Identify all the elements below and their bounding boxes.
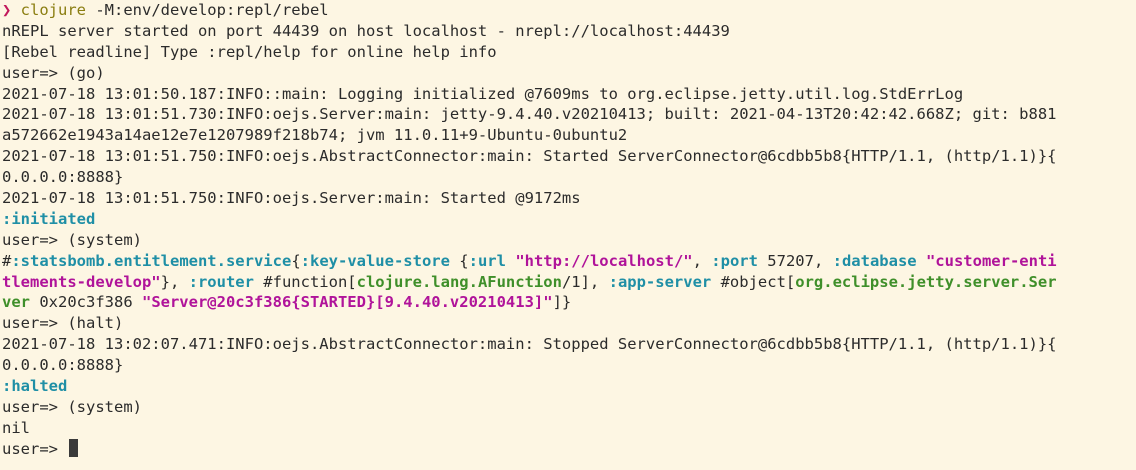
terminal-text: user=> (go) — [2, 63, 105, 82]
terminal-line: :initiated — [2, 209, 1136, 230]
terminal-text: clojure.lang.AFunction — [356, 272, 562, 291]
terminal-line: user=> (go) — [2, 63, 1136, 84]
terminal-text: :app-server — [608, 272, 712, 291]
terminal-line: [Rebel readline] Type :repl/help for onl… — [2, 42, 1136, 63]
terminal-window[interactable]: ❯ clojure -M:env/develop:repl/rebel nREPL… — [0, 0, 1136, 470]
terminal-line: :halted — [2, 376, 1136, 397]
terminal-line: user=> — [2, 438, 1136, 460]
terminal-line: ❯ clojure -M:env/develop:repl/rebel — [2, 0, 1136, 21]
terminal-text: 2021-07-18 13:01:51.750:INFO:oejs.Server… — [2, 189, 581, 208]
terminal-line: 0.0.0.0:8888} — [2, 355, 1136, 376]
terminal-text: }, — [160, 272, 189, 291]
terminal-text: :halted — [2, 377, 68, 396]
terminal-text: { — [449, 251, 469, 270]
terminal-text: a572662e1943a14ae12e7e1207989f218b74; jv… — [2, 126, 628, 145]
terminal-text: 2021-07-18 13:01:50.187:INFO::main: Logg… — [2, 84, 964, 103]
terminal-text: clojure — [20, 1, 96, 19]
terminal-text: :database — [832, 251, 917, 270]
terminal-text: :statsbomb.entitlement.service — [11, 251, 292, 270]
terminal-text: "http://localhost/" — [515, 251, 693, 270]
terminal-text: user=> — [2, 439, 68, 458]
terminal-line: 2021-07-18 13:01:50.187:INFO::main: Logg… — [2, 84, 1136, 105]
terminal-text: 2021-07-18 13:02:07.471:INFO:oejs.Abstra… — [2, 335, 1057, 354]
terminal-text: user=> (halt) — [2, 314, 124, 333]
terminal-text: nREPL server started on port 44439 on ho… — [2, 21, 730, 40]
terminal-line: user=> (system) — [2, 230, 1136, 251]
terminal-text: #object[ — [711, 272, 796, 291]
terminal-text: -M:env/develop:repl/rebel — [95, 1, 329, 19]
terminal-line: #:statsbomb.entitlement.service{:key-val… — [2, 251, 1136, 272]
terminal-text: "customer-enti — [925, 251, 1057, 270]
terminal-text: :router — [188, 272, 254, 291]
terminal-line: 2021-07-18 13:01:51.750:INFO:oejs.Server… — [2, 188, 1136, 209]
terminal-text: ]} — [552, 293, 572, 312]
cursor-block — [69, 438, 79, 457]
terminal-text: ver — [2, 293, 30, 312]
terminal-line: a572662e1943a14ae12e7e1207989f218b74; jv… — [2, 125, 1136, 146]
terminal-text: tlements-develop" — [2, 272, 161, 291]
terminal-line: 2021-07-18 13:02:07.471:INFO:oejs.Abstra… — [2, 334, 1136, 355]
terminal-text: # — [2, 251, 12, 270]
terminal-text: , — [692, 251, 712, 270]
terminal-text: 2021-07-18 13:01:51.730:INFO:oejs.Server… — [2, 105, 1057, 124]
terminal-text: 2021-07-18 13:01:51.750:INFO:oejs.Abstra… — [2, 147, 1057, 166]
terminal-text: 57207, — [757, 251, 833, 270]
terminal-line: user=> (halt) — [2, 313, 1136, 334]
terminal-text: 0x20c3f386 — [30, 293, 142, 312]
terminal-text: { — [291, 251, 301, 270]
terminal-text: nil — [2, 418, 30, 437]
terminal-text: :port — [711, 251, 758, 270]
terminal-text: "Server@20c3f386{STARTED}[9.4.40.v202104… — [141, 293, 553, 312]
terminal-text: org.eclipse.jetty.server.Ser — [795, 272, 1057, 291]
terminal-line: nREPL server started on port 44439 on ho… — [2, 21, 1136, 42]
terminal-line: 2021-07-18 13:01:51.750:INFO:oejs.Abstra… — [2, 146, 1136, 167]
terminal-line: user=> (system) — [2, 397, 1136, 418]
terminal-text: #function[ — [253, 272, 357, 291]
terminal-text: :initiated — [2, 209, 96, 228]
terminal-text: /1], — [561, 272, 609, 291]
terminal-line: tlements-develop"}, :router #function[cl… — [2, 272, 1136, 293]
terminal-text: ❯ — [2, 1, 21, 19]
terminal-line: nil — [2, 418, 1136, 439]
terminal-text: [Rebel readline] Type :repl/help for onl… — [2, 42, 497, 61]
terminal-text: 0.0.0.0:8888} — [2, 356, 124, 375]
terminal-line: ver 0x20c3f386 "Server@20c3f386{STARTED}… — [2, 292, 1136, 313]
terminal-output: ❯ clojure -M:env/develop:repl/rebel nREPL… — [2, 0, 1136, 460]
terminal-text: :key-value-store — [300, 251, 450, 270]
terminal-line: 2021-07-18 13:01:51.730:INFO:oejs.Server… — [2, 104, 1136, 125]
terminal-line: 0.0.0.0:8888} — [2, 167, 1136, 188]
terminal-text: :url — [468, 251, 506, 270]
terminal-text: 0.0.0.0:8888} — [2, 168, 124, 187]
terminal-text: user=> (system) — [2, 397, 142, 416]
terminal-text: user=> (system) — [2, 230, 142, 249]
